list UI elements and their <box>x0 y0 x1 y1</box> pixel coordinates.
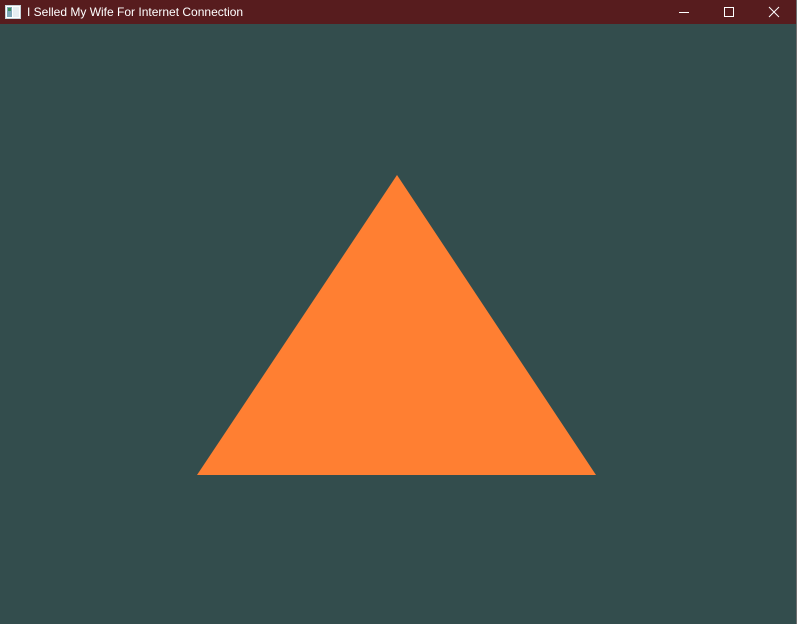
window-title: I Selled My Wife For Internet Connection <box>27 5 244 19</box>
maximize-button[interactable] <box>706 0 751 24</box>
title-bar[interactable]: I Selled My Wife For Internet Connection <box>0 0 796 24</box>
minimize-icon <box>678 12 689 13</box>
render-canvas <box>0 24 796 624</box>
app-window-icon <box>5 4 21 20</box>
app-window: I Selled My Wife For Internet Connection <box>0 0 797 624</box>
render-viewport[interactable] <box>0 24 796 624</box>
close-icon <box>768 6 779 18</box>
minimize-button[interactable] <box>661 0 706 24</box>
close-button[interactable] <box>751 0 796 24</box>
maximize-icon <box>723 7 734 17</box>
window-controls <box>661 0 796 24</box>
